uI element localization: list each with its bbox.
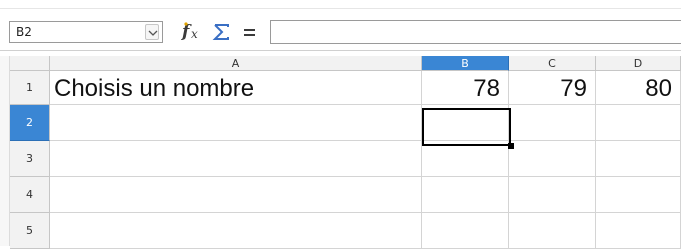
function-wizard-icon[interactable]: f x — [180, 19, 204, 45]
name-box[interactable]: B2 — [9, 21, 163, 43]
select-all-corner[interactable] — [10, 56, 50, 71]
svg-text:x: x — [191, 27, 198, 41]
formula-equals-icon[interactable] — [238, 19, 262, 45]
column-header-a[interactable]: A — [50, 56, 422, 71]
cell-d2[interactable] — [596, 105, 681, 141]
cell-c5[interactable] — [509, 213, 596, 249]
formula-input[interactable] — [270, 20, 681, 44]
cell-c3[interactable] — [509, 141, 596, 177]
cell-c1[interactable]: 79 — [509, 71, 596, 105]
cell-a2[interactable] — [50, 105, 422, 141]
cell-a1[interactable]: Choisis un nombre — [50, 71, 422, 105]
formula-bar-border — [0, 50, 681, 51]
cell-c4[interactable] — [509, 177, 596, 213]
cell-b3[interactable] — [422, 141, 509, 177]
row-header-5[interactable]: 5 — [10, 213, 50, 249]
cell-c1-value: 79 — [560, 75, 587, 102]
cell-d4[interactable] — [596, 177, 681, 213]
cell-b2[interactable] — [422, 105, 509, 141]
column-header-c[interactable]: C — [509, 56, 596, 71]
sheet-left-margin — [0, 56, 10, 246]
cell-d5[interactable] — [596, 213, 681, 249]
sum-icon[interactable] — [210, 19, 234, 45]
cell-a4[interactable] — [50, 177, 422, 213]
row-header-2[interactable]: 2 — [10, 105, 50, 141]
cell-d1-value: 80 — [645, 75, 672, 102]
cell-b5[interactable] — [422, 213, 509, 249]
cell-b4[interactable] — [422, 177, 509, 213]
cell-b1-value: 78 — [473, 75, 500, 102]
row-header-3[interactable]: 3 — [10, 141, 50, 177]
autofill-handle[interactable] — [508, 143, 514, 149]
cell-b1[interactable]: 78 — [422, 71, 509, 105]
cell-a1-value: Choisis un nombre — [54, 75, 255, 102]
cell-d3[interactable] — [596, 141, 681, 177]
column-header-b[interactable]: B — [422, 56, 509, 71]
row-header-4[interactable]: 4 — [10, 177, 50, 213]
formula-bar: B2 f x — [0, 0, 681, 50]
column-header-d[interactable]: D — [596, 56, 681, 71]
row-header-1[interactable]: 1 — [10, 71, 50, 105]
toolbar-divider — [0, 8, 681, 9]
cell-c2[interactable] — [509, 105, 596, 141]
chevron-down-icon[interactable] — [145, 24, 159, 40]
cell-a3[interactable] — [50, 141, 422, 177]
cell-a5[interactable] — [50, 213, 422, 249]
cell-d1[interactable]: 80 — [596, 71, 681, 105]
name-box-value: B2 — [16, 25, 32, 39]
